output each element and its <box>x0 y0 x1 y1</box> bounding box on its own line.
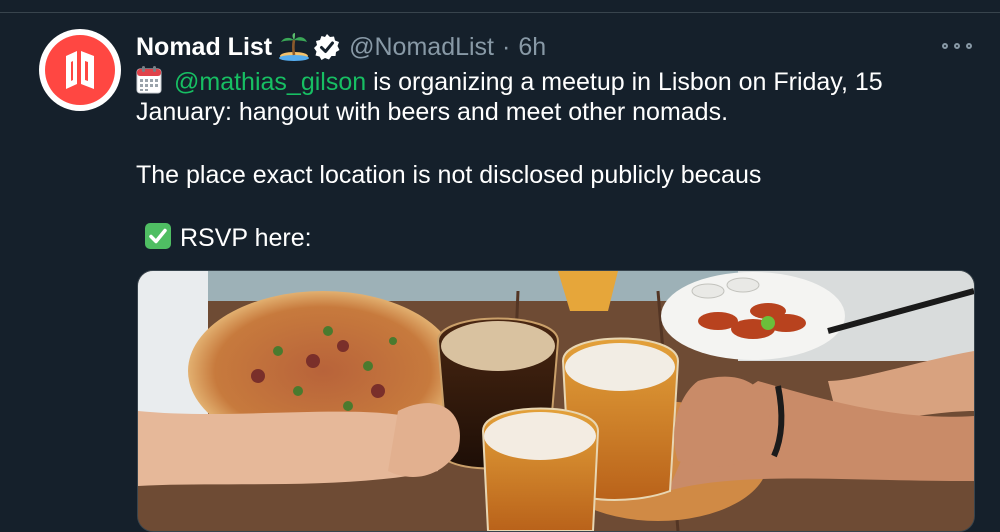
verified-badge-icon <box>313 33 341 61</box>
tweet-text-line-4: RSVP here: <box>136 222 312 258</box>
timestamp[interactable]: 6h <box>518 33 546 62</box>
check-mark-button-icon <box>144 222 172 258</box>
author-handle[interactable]: @NomadList <box>349 33 494 62</box>
tweet-text-line-3: The place exact location is not disclose… <box>136 161 762 189</box>
palm-tree-island-icon <box>279 33 310 61</box>
more-options-icon[interactable] <box>942 36 972 56</box>
rsvp-text: RSVP here: <box>180 224 312 252</box>
separator-dot: · <box>502 32 511 61</box>
top-divider <box>0 0 1000 13</box>
tweet-image[interactable] <box>137 270 975 532</box>
tweet-header: Nomad List @NomadList · 6h <box>136 30 546 64</box>
tweet-text-line-2: January: hangout with beers and meet oth… <box>136 98 729 126</box>
mention-link[interactable]: @mathias_gilson <box>174 68 366 96</box>
tweet-text-segment: is organizing a meetup in Lisbon on Frid… <box>366 68 883 96</box>
author-name[interactable]: Nomad List <box>136 33 272 62</box>
nomad-list-logo-icon <box>45 35 115 105</box>
avatar[interactable] <box>39 29 121 111</box>
